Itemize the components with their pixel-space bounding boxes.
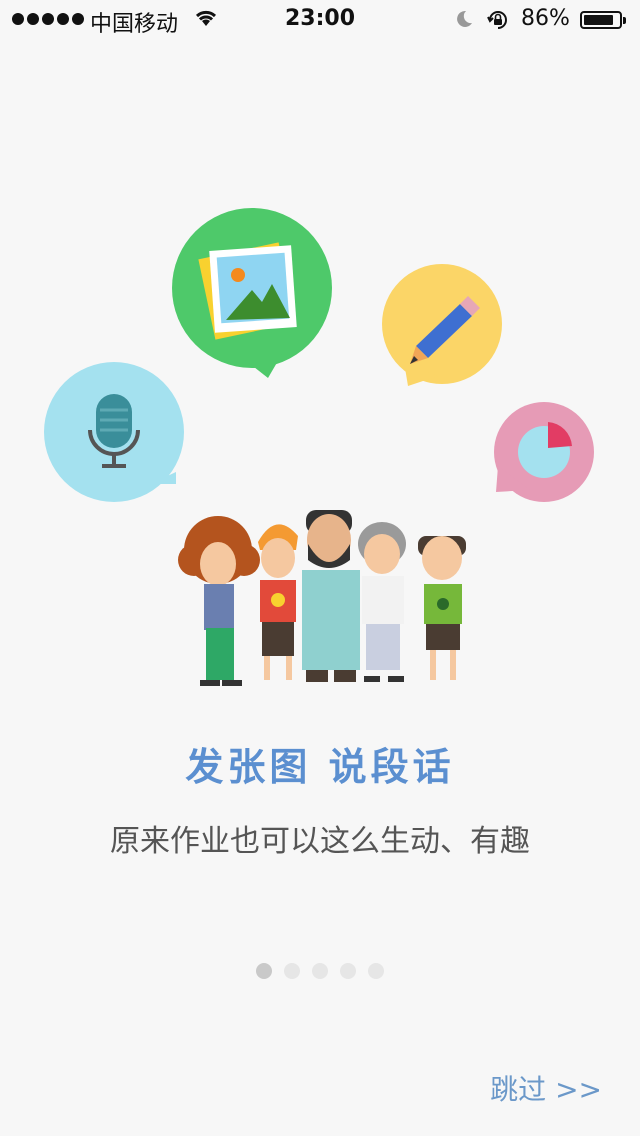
- picture-bubble: [172, 208, 332, 378]
- page-dot-1[interactable]: [256, 963, 272, 979]
- page-dot-4[interactable]: [340, 963, 356, 979]
- person-bearded-man: [302, 510, 360, 682]
- picture-icon: [198, 242, 297, 340]
- page-dot-5[interactable]: [368, 963, 384, 979]
- page-indicator[interactable]: [0, 963, 640, 979]
- page-subtitle: 原来作业也可以这么生动、有趣: [110, 824, 530, 859]
- pencil-bubble: [382, 264, 502, 386]
- person-orange-hair: [258, 524, 298, 680]
- people-group: [178, 510, 466, 686]
- pie-chart-bubble: [494, 402, 594, 502]
- person-curly-hair: [178, 516, 260, 686]
- microphone-bubble: [44, 362, 184, 502]
- person-green-shirt: [418, 536, 466, 680]
- battery-icon: [580, 11, 626, 29]
- page-dot-2[interactable]: [284, 963, 300, 979]
- onboarding-illustration: [44, 208, 594, 686]
- rotation-lock-icon: [486, 8, 510, 38]
- person-grandmother: [358, 522, 406, 682]
- page-title: 发张图 说段话: [185, 745, 455, 789]
- battery-percent: 86%: [521, 6, 570, 31]
- onboarding-screen: 中国移动 23:00 86% 发张图 说段话 原来作业也可以这么生动、有趣 跳过…: [0, 0, 640, 1136]
- moon-icon: [454, 9, 474, 35]
- status-bar: 中国移动 23:00 86%: [0, 0, 640, 40]
- skip-button[interactable]: 跳过 >>: [490, 1068, 602, 1108]
- page-dot-3[interactable]: [312, 963, 328, 979]
